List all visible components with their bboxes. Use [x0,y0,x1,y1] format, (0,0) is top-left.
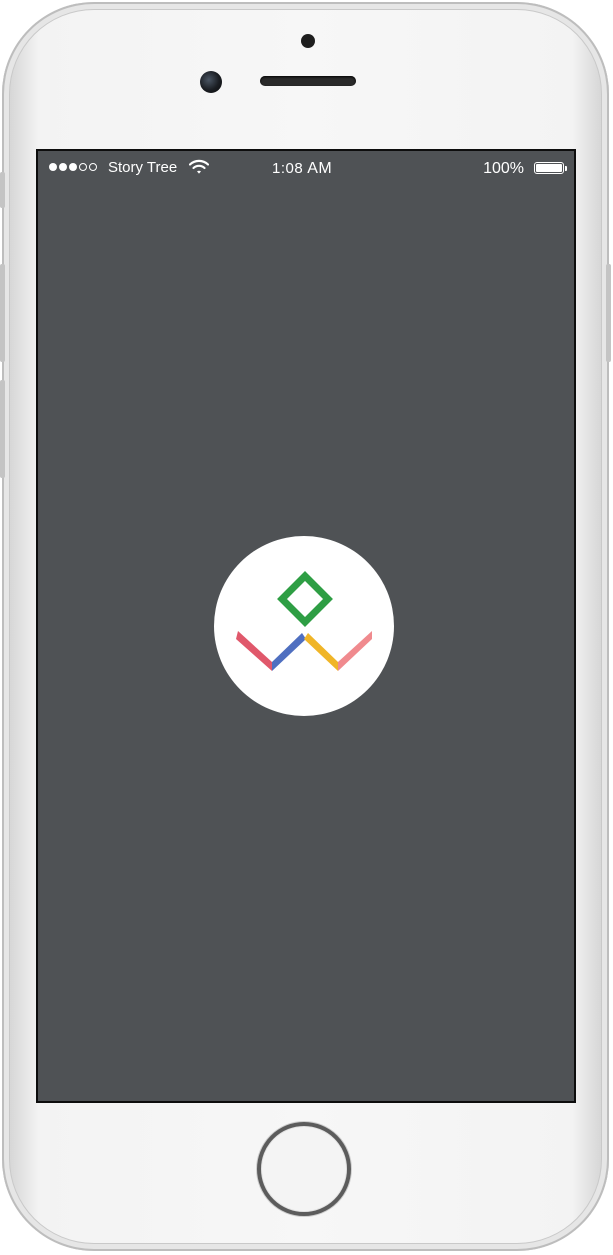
volume-up-button [0,264,5,362]
power-button [606,264,611,362]
logo-red-stroke [236,631,272,671]
carrier-name: Story Tree [108,159,178,176]
clock-time: 1:08 [272,160,304,177]
battery-full-icon [534,162,567,174]
volume-down-button [0,380,5,478]
logo-green-diamond [277,571,333,627]
status-bar: Story Tree 1:08 AM 100% [38,151,574,185]
front-camera [200,71,222,93]
earpiece-speaker [260,76,356,86]
wifi-icon [189,159,209,174]
logo-yellow-stroke [304,633,338,671]
battery-percentage: 100% [483,160,524,177]
proximity-sensor [301,34,315,48]
phone-screen: Story Tree 1:08 AM 100% [36,149,576,1103]
clock: 1:08 AM [272,160,332,178]
mute-switch [0,172,5,208]
logo-pink-stroke [338,631,372,671]
clock-ampm: AM [307,160,333,177]
home-button[interactable] [257,1122,351,1216]
app-logo [214,536,394,716]
signal-strength-icon [49,163,97,171]
logo-mark [236,571,372,671]
logo-blue-stroke [272,633,306,671]
